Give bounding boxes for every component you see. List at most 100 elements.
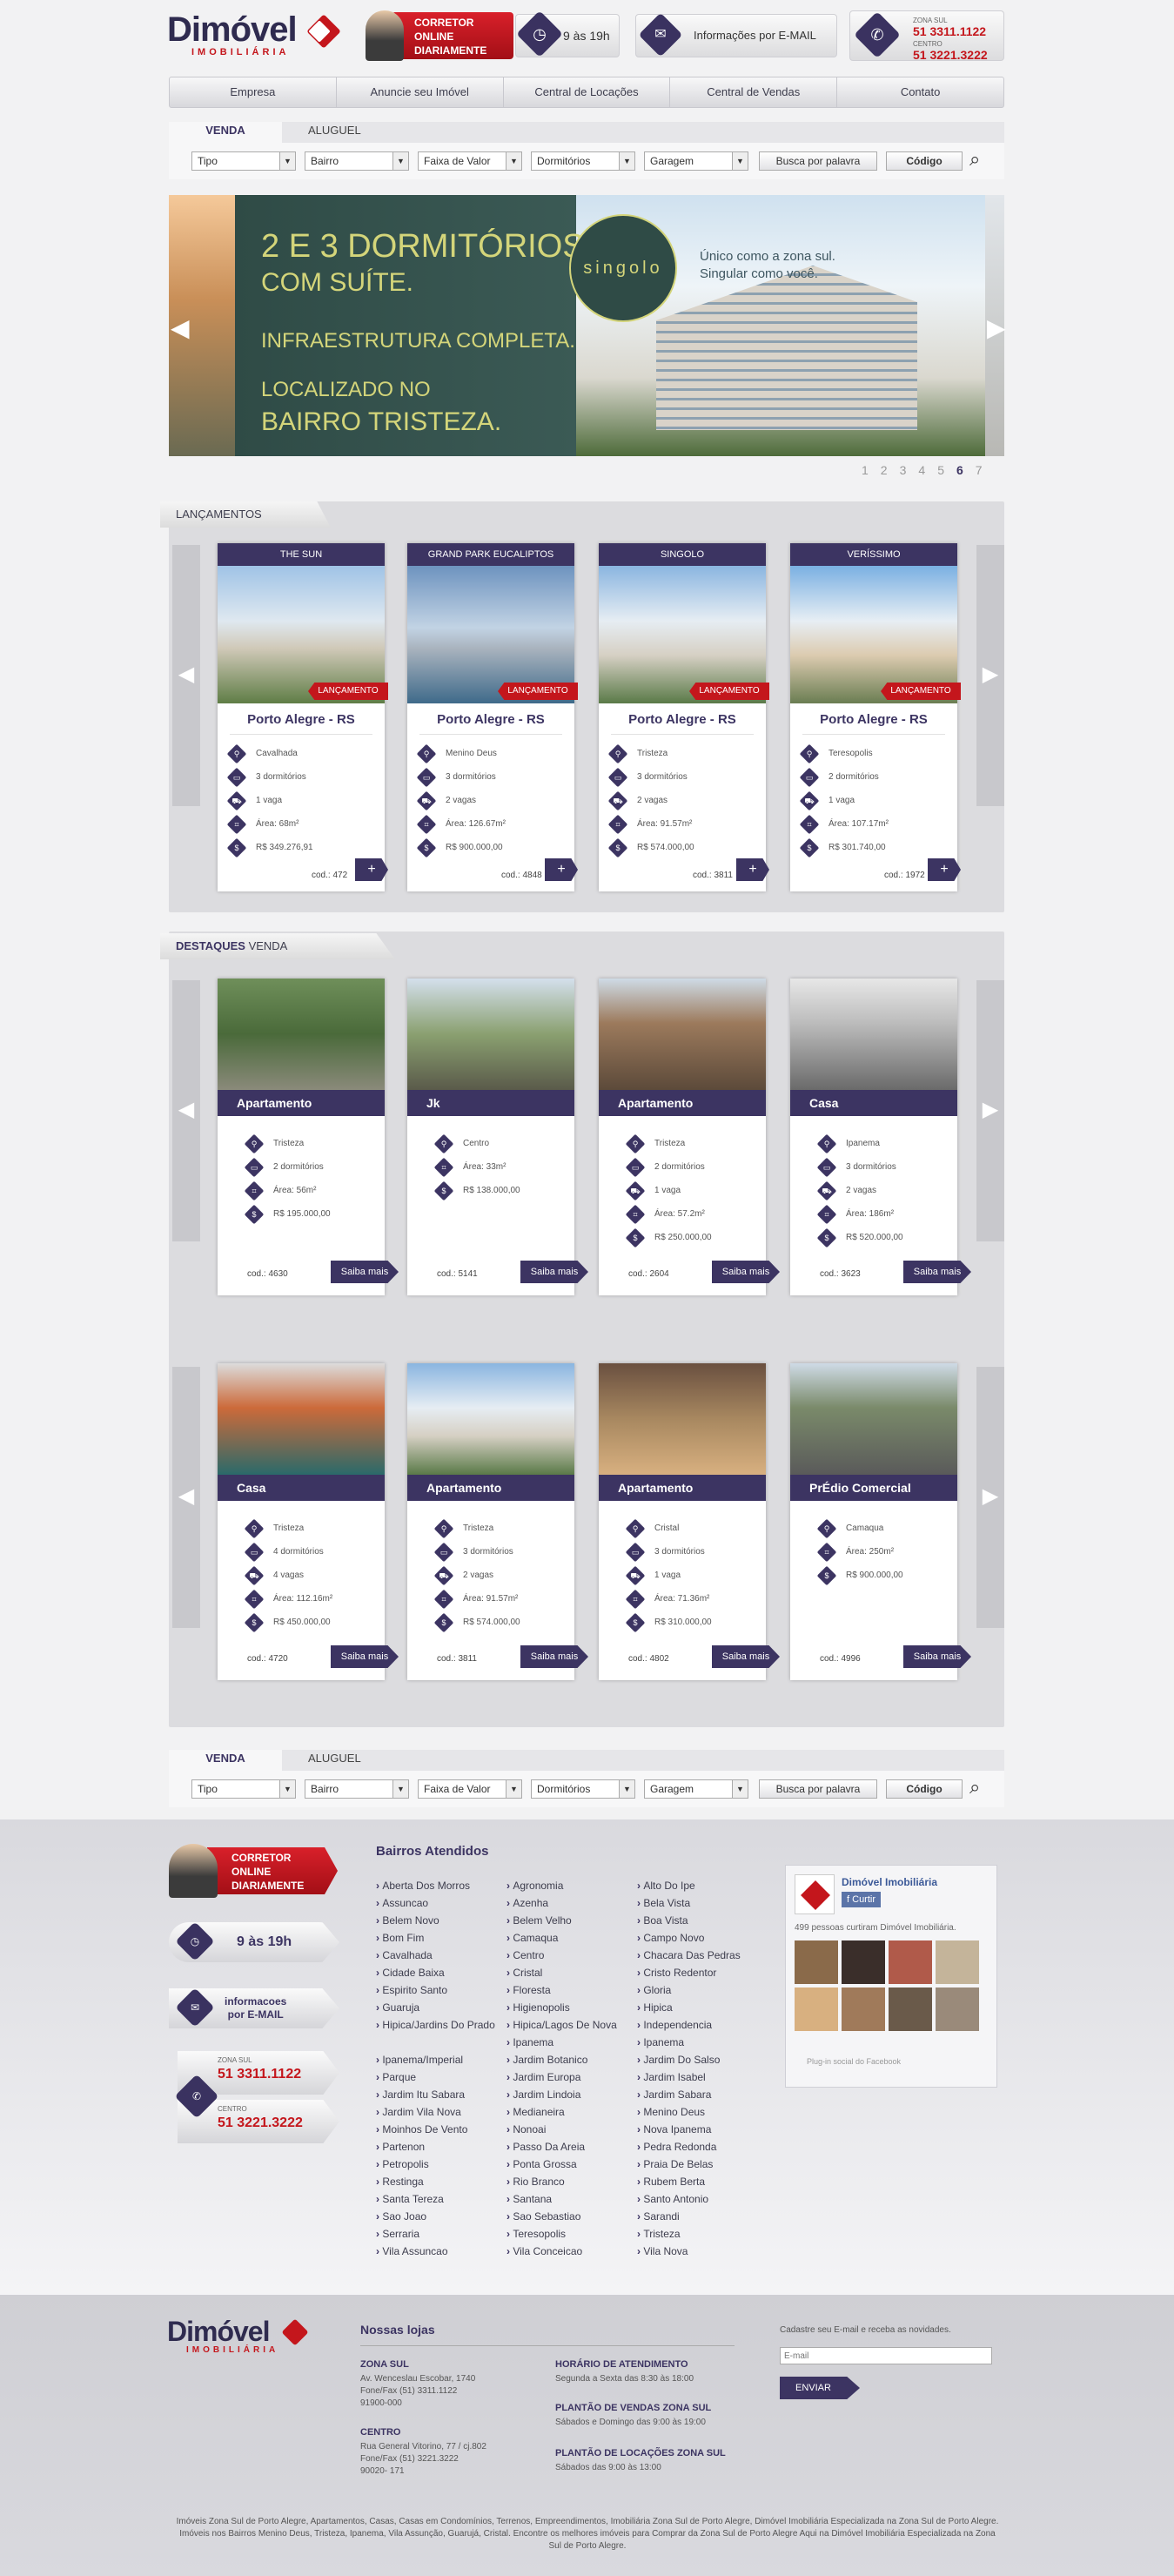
bairro-link[interactable]: Assuncao	[376, 1894, 506, 1912]
bairro-link[interactable]: Partenon	[376, 2138, 506, 2156]
saiba-mais-button[interactable]: Saiba mais	[520, 1645, 588, 1668]
bairro-link[interactable]: Chacara Das Pedras	[637, 1947, 768, 1964]
bairro-link[interactable]: Belem Novo	[376, 1912, 506, 1929]
destaques-prev-arrow-2[interactable]: ◀	[172, 1367, 200, 1628]
code-search-input[interactable]: Código	[886, 151, 963, 171]
bairro-link[interactable]: Floresta	[506, 1981, 637, 1999]
bairro-link[interactable]: Cavalhada	[376, 1947, 506, 1964]
fb-like-button[interactable]: f Curtir	[842, 1892, 882, 1907]
bairro-link[interactable]: Camaqua	[506, 1929, 637, 1947]
lancamentos-next-arrow[interactable]: ▶	[976, 545, 1004, 806]
bairro-link[interactable]: Parque	[376, 2068, 506, 2086]
bairro-link[interactable]: Independencia	[637, 2016, 768, 2034]
saiba-mais-button[interactable]: Saiba mais	[712, 1645, 780, 1668]
footer-corretor-button[interactable]: CORRETOR ONLINE DIARIAMENTE	[169, 1844, 339, 1898]
saiba-mais-button[interactable]: Saiba mais	[520, 1261, 588, 1283]
footer-logo[interactable]: Dimóvel IMOBILIÁRIA	[167, 2317, 324, 2359]
bairro-link[interactable]: Bela Vista	[637, 1894, 768, 1912]
page-3[interactable]: 3	[900, 463, 907, 477]
select-bairro[interactable]: Bairro ▼	[305, 151, 409, 171]
destaque-card[interactable]: Casa ⚲ Ipanema ▭ 3 dormitórios ⛟ 2 vagas ⌗ Área:…	[790, 979, 971, 1295]
bairro-link[interactable]: Cristal	[506, 1964, 637, 1981]
select-dormitorios-bottom[interactable]: Dormitórios ▼	[531, 1779, 635, 1799]
banner-prev-arrow[interactable]: ◀	[171, 313, 190, 342]
lancamento-card[interactable]: SINGOLO LANÇAMENTO Porto Alegre - RS ⚲ Trist…	[599, 543, 769, 891]
lancamento-card[interactable]: GRAND PARK EUCALIPTOS LANÇAMENTO Porto Ale…	[407, 543, 578, 891]
nav-contato[interactable]: Contato	[837, 77, 1003, 107]
search-icon[interactable]: ⌕	[969, 1776, 980, 1799]
hero-banner[interactable]: 2 E 3 DORMITÓRIOS COM SUÍTE. INFRAESTRUT…	[169, 195, 1004, 456]
bairro-link[interactable]: Boa Vista	[637, 1912, 768, 1929]
bairro-link[interactable]: Vila Conceicao	[506, 2243, 637, 2260]
bairro-link[interactable]: Ipanema	[506, 2034, 637, 2051]
keyword-search-input[interactable]: Busca por palavra	[759, 151, 877, 171]
bairro-link[interactable]: Cidade Baixa	[376, 1964, 506, 1981]
select-faixa-valor[interactable]: Faixa de Valor ▼	[418, 151, 522, 171]
bairro-link[interactable]: Medianeira	[506, 2103, 637, 2121]
bairro-link[interactable]: Vila Nova	[637, 2243, 768, 2260]
bairro-link[interactable]: Santa Tereza	[376, 2190, 506, 2208]
bairro-link[interactable]: Santana	[506, 2190, 637, 2208]
bairro-link[interactable]: Espirito Santo	[376, 1981, 506, 1999]
tab-aluguel[interactable]: ALUGUEL	[308, 122, 361, 139]
bairro-link[interactable]: Tristeza	[637, 2225, 768, 2243]
tab-venda[interactable]: VENDA	[169, 122, 282, 143]
bairro-link[interactable]: Vila Assuncao	[376, 2243, 506, 2260]
destaque-card[interactable]: Jk ⚲ Centro ⌗ Área: 33m² $ R$ 138.000,00 cod.: …	[407, 979, 588, 1295]
saiba-mais-button[interactable]: Saiba mais	[331, 1261, 399, 1283]
lancamento-card[interactable]: THE SUN LANÇAMENTO Porto Alegre - RS ⚲ Caval…	[218, 543, 388, 891]
destaques-next-arrow-1[interactable]: ▶	[976, 980, 1004, 1241]
bairro-link[interactable]: Aberta Dos Morros	[376, 1877, 506, 1894]
bairro-link[interactable]: Rio Branco	[506, 2173, 637, 2190]
page-7[interactable]: 7	[976, 463, 983, 477]
page-2[interactable]: 2	[881, 463, 888, 477]
bairro-link[interactable]: Jardim Vila Nova	[376, 2103, 506, 2121]
saiba-mais-button[interactable]: Saiba mais	[903, 1261, 971, 1283]
select-garagem[interactable]: Garagem ▼	[644, 151, 748, 171]
bairro-link[interactable]: Hipica	[637, 1999, 768, 2016]
bairro-link[interactable]: Agronomia	[506, 1877, 637, 1894]
select-bairro-bottom[interactable]: Bairro ▼	[305, 1779, 409, 1799]
plus-button[interactable]: +	[545, 858, 578, 881]
bairro-link[interactable]: Teresopolis	[506, 2225, 637, 2243]
code-search-input-bottom[interactable]: Código	[886, 1779, 963, 1799]
select-faixa-valor-bottom[interactable]: Faixa de Valor ▼	[418, 1779, 522, 1799]
saiba-mais-button[interactable]: Saiba mais	[903, 1645, 971, 1668]
bairro-link[interactable]: Restinga	[376, 2173, 506, 2190]
bairro-link[interactable]: Serraria	[376, 2225, 506, 2243]
plus-button[interactable]: +	[736, 858, 769, 881]
bairro-link[interactable]: Jardim Itu Sabara	[376, 2086, 506, 2103]
bairro-link[interactable]: Sarandi	[637, 2208, 768, 2225]
destaque-card[interactable]: Apartamento ⚲ Tristeza ▭ 3 dormitórios ⛟ 2 vag…	[407, 1363, 588, 1680]
select-dormitorios[interactable]: Dormitórios ▼	[531, 151, 635, 171]
bairro-link[interactable]: Jardim Lindoia	[506, 2086, 637, 2103]
bairro-link[interactable]: Sao Sebastiao	[506, 2208, 637, 2225]
bairro-link[interactable]: Menino Deus	[637, 2103, 768, 2121]
bairro-link[interactable]: Ponta Grossa	[506, 2156, 637, 2173]
bairro-link[interactable]: Campo Novo	[637, 1929, 768, 1947]
destaque-card[interactable]: PrÉdio Comercial ⚲ Camaqua ⌗ Área: 250m² $ R$ …	[790, 1363, 971, 1680]
bairro-link[interactable]: Moinhos De Vento	[376, 2121, 506, 2138]
bairro-link[interactable]: Guaruja	[376, 1999, 506, 2016]
nav-empresa[interactable]: Empresa	[170, 77, 337, 107]
bairro-link[interactable]: Passo Da Areia	[506, 2138, 637, 2156]
destaque-card[interactable]: Apartamento ⚲ Tristeza ▭ 2 dormitórios ⌗ Área:…	[218, 979, 399, 1295]
fb-page-name[interactable]: Dimóvel Imobiliária	[842, 1876, 937, 1888]
destaque-card[interactable]: Apartamento ⚲ Cristal ▭ 3 dormitórios ⛟ 1 vaga…	[599, 1363, 780, 1680]
bairro-link[interactable]: Rubem Berta	[637, 2173, 768, 2190]
bairro-link[interactable]: Higienopolis	[506, 1999, 637, 2016]
page-4[interactable]: 4	[918, 463, 925, 477]
bairro-link[interactable]: Jardim Europa	[506, 2068, 637, 2086]
banner-next-arrow[interactable]: ▶	[987, 313, 1006, 342]
bairro-link[interactable]: Jardim Botanico	[506, 2051, 637, 2068]
bairro-link[interactable]: Santo Antonio	[637, 2190, 768, 2208]
bairro-link[interactable]: Nonoai	[506, 2121, 637, 2138]
bairro-link[interactable]: Jardim Do Salso	[637, 2051, 768, 2068]
bairro-link[interactable]: Praia De Belas	[637, 2156, 768, 2173]
bairro-link[interactable]: Centro	[506, 1947, 637, 1964]
bairro-link[interactable]: Cristo Redentor	[637, 1964, 768, 1981]
corretor-online-button[interactable]: CORRETOR ONLINE DIARIAMENTE	[366, 10, 515, 61]
nav-anuncie[interactable]: Anuncie seu Imóvel	[337, 77, 504, 107]
keyword-search-input-bottom[interactable]: Busca por palavra	[759, 1779, 877, 1799]
nav-vendas[interactable]: Central de Vendas	[670, 77, 838, 107]
